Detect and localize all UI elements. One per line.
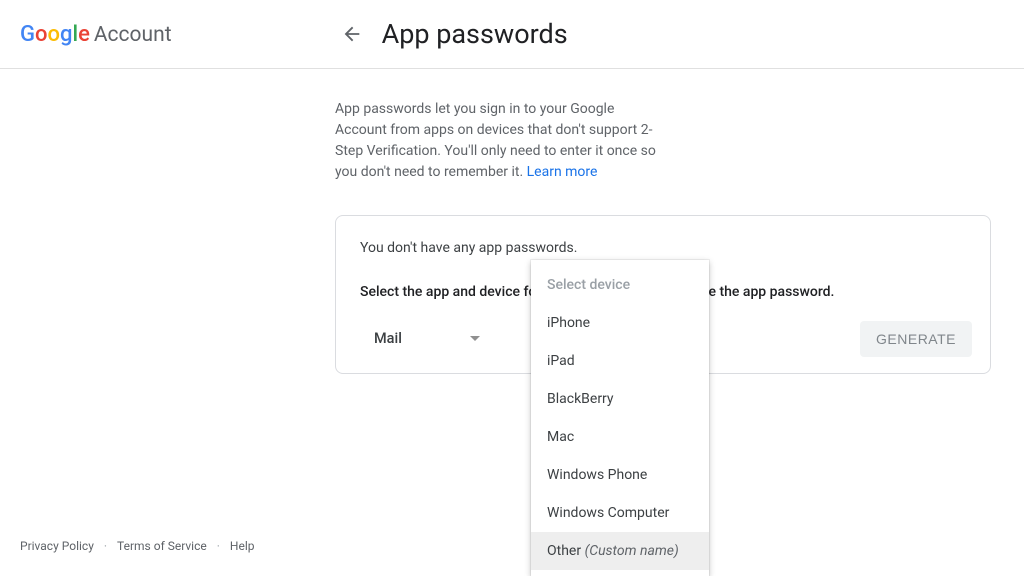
back-arrow-icon[interactable] (340, 22, 364, 46)
app-selector-label: Mail (360, 330, 402, 347)
footer-separator: · (104, 539, 107, 553)
footer-links: Privacy Policy · Terms of Service · Help (20, 539, 254, 553)
device-option-other[interactable]: Other (Custom name) (531, 532, 709, 570)
footer-separator: · (217, 539, 220, 553)
app-selector[interactable]: Mail (360, 324, 480, 353)
device-dropdown-placeholder: Select device (531, 266, 709, 304)
device-option-ipad[interactable]: iPad (531, 342, 709, 380)
device-option-windows-phone[interactable]: Windows Phone (531, 456, 709, 494)
device-option-mac[interactable]: Mac (531, 418, 709, 456)
logo-account-text: Account (94, 23, 172, 47)
generate-button[interactable]: GENERATE (860, 321, 972, 357)
device-option-other-custom: (Custom name) (585, 543, 679, 559)
device-option-blackberry[interactable]: BlackBerry (531, 380, 709, 418)
footer-help-link[interactable]: Help (230, 539, 255, 553)
footer-terms-link[interactable]: Terms of Service (117, 539, 207, 553)
header-bar: Google Account App passwords (0, 0, 1024, 69)
device-option-other-prefix: Other (547, 543, 585, 559)
learn-more-link[interactable]: Learn more (527, 164, 598, 180)
google-logo: Google Account (20, 22, 172, 47)
device-option-iphone[interactable]: iPhone (531, 304, 709, 342)
page-title: App passwords (382, 18, 568, 50)
footer-privacy-link[interactable]: Privacy Policy (20, 539, 94, 553)
no-passwords-text: You don't have any app passwords. (360, 240, 966, 256)
title-block: App passwords (340, 18, 568, 50)
description-body: App passwords let you sign in to your Go… (335, 101, 656, 180)
device-option-windows-computer[interactable]: Windows Computer (531, 494, 709, 532)
description-text: App passwords let you sign in to your Go… (335, 99, 660, 183)
chevron-down-icon (470, 336, 480, 341)
device-dropdown: Select device iPhone iPad BlackBerry Mac… (531, 260, 709, 576)
